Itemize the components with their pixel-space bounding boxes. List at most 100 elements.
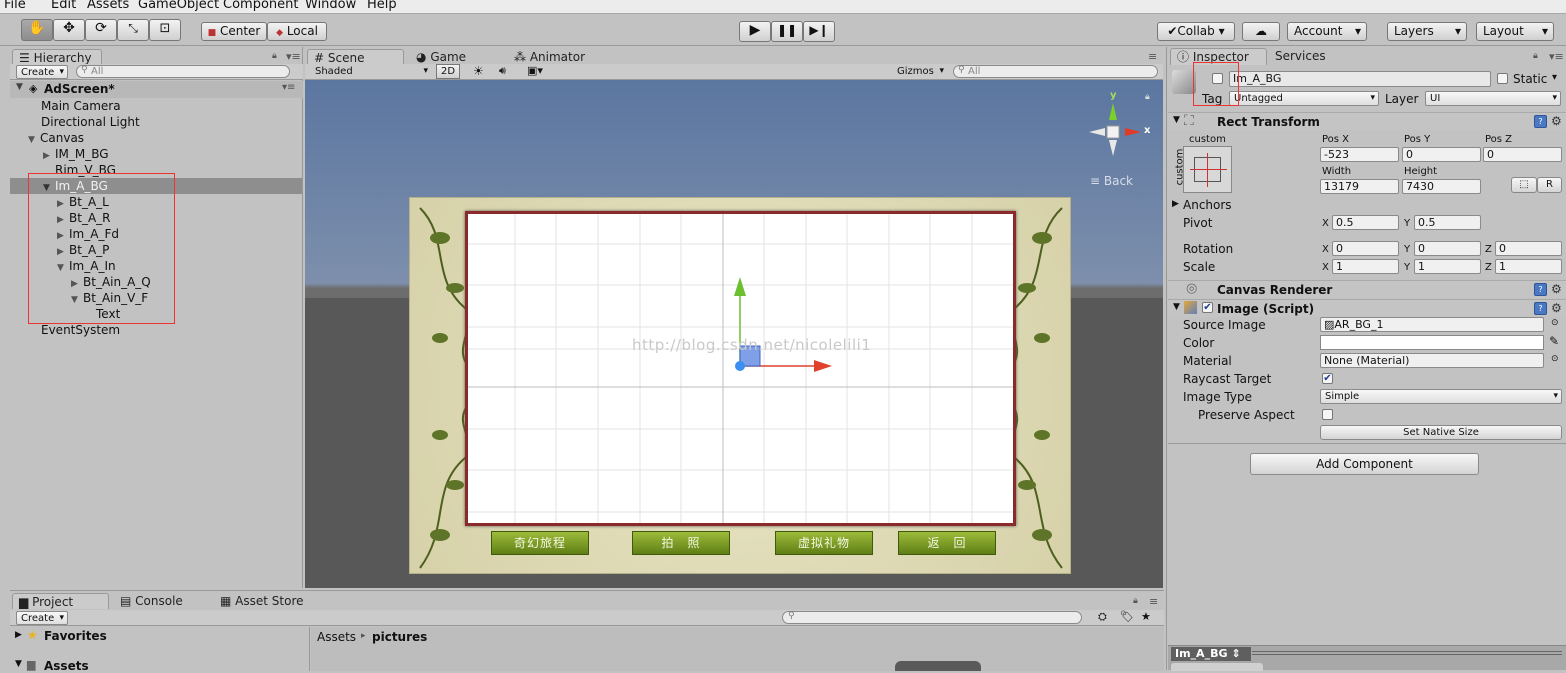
image-enabled-checkbox[interactable]: ✔ — [1202, 302, 1213, 313]
object-name-field[interactable]: Im_A_BG — [1229, 71, 1491, 87]
list-item[interactable]: Rim_V_BG — [55, 162, 345, 178]
lock-icon[interactable]: 🔒︎ — [1145, 92, 1150, 102]
audio-icon[interactable]: 🔊︎ — [499, 64, 506, 78]
list-item[interactable]: ▶ Im_A_Fd — [57, 226, 347, 242]
lighting-icon[interactable]: ☀ — [473, 64, 484, 78]
active-checkbox[interactable] — [1212, 73, 1223, 84]
height-field[interactable]: 7430 — [1402, 179, 1481, 194]
list-item-selected[interactable]: ▼ Im_A_BG — [43, 178, 333, 194]
rotation-x-field[interactable]: 0 — [1332, 241, 1399, 256]
game-button-photo[interactable]: 拍 照 — [632, 531, 730, 555]
gear-icon[interactable]: ⚙ — [1551, 114, 1562, 128]
layer-dropdown[interactable]: UI — [1425, 91, 1561, 106]
scene-search-input[interactable]: All — [953, 65, 1158, 78]
menu-component[interactable]: Component — [223, 0, 298, 12]
collapse-triangle-icon[interactable]: ▶ — [1172, 199, 1179, 209]
rotation-y-field[interactable]: 0 — [1414, 241, 1481, 256]
pivot-center-button[interactable]: ■ Center — [201, 22, 267, 41]
tab-scene[interactable]: # Scene — [307, 49, 404, 65]
scale-z-field[interactable]: 1 — [1495, 259, 1562, 274]
panel-menu-icon[interactable]: ▾≡ — [1549, 50, 1564, 63]
preview-title[interactable]: Im_A_BG ⇕ — [1171, 647, 1251, 661]
tab-project[interactable]: ▆ Project — [12, 593, 109, 609]
set-native-size-button[interactable]: Set Native Size — [1320, 425, 1562, 440]
tab-asset-store[interactable]: ▦ Asset Store — [214, 593, 314, 609]
menu-assets[interactable]: Assets — [87, 0, 129, 12]
list-item[interactable]: Main Camera — [41, 98, 331, 114]
menu-edit[interactable]: Edit — [51, 0, 76, 12]
source-image-field[interactable]: ▨AR_BG_1 — [1320, 317, 1544, 332]
raw-edit-button[interactable]: R — [1537, 177, 1562, 193]
pos-y-field[interactable]: 0 — [1402, 147, 1481, 162]
panel-menu-icon[interactable]: ▾≡ — [286, 50, 301, 63]
breadcrumb-leaf[interactable]: pictures — [372, 630, 427, 644]
collapse-triangle-icon[interactable]: ▶ — [15, 630, 22, 640]
blueprint-mode-button[interactable]: ⬚ — [1511, 177, 1537, 193]
list-item[interactable]: ▶ IM_M_BG — [43, 146, 333, 162]
move-tool-button[interactable]: ✥ — [53, 19, 85, 41]
pivot-x-field[interactable]: 0.5 — [1332, 215, 1399, 230]
lock-icon[interactable]: 🔒︎ — [272, 51, 277, 61]
tab-hierarchy[interactable]: ☰ Hierarchy — [12, 49, 102, 65]
pause-button[interactable]: ❚❚ — [771, 21, 803, 42]
expand-triangle-icon[interactable]: ▼ — [71, 292, 83, 308]
expand-triangle-icon[interactable]: ▼ — [43, 180, 55, 196]
eyedropper-icon[interactable]: ✎ — [1549, 334, 1559, 348]
back-view-label[interactable]: ≡ Back — [1090, 174, 1133, 188]
collapse-triangle-icon[interactable]: ▶ — [43, 148, 55, 164]
menu-gameobject[interactable]: GameObject — [138, 0, 219, 12]
panel-menu-icon[interactable]: ≡ — [1148, 50, 1157, 63]
step-button[interactable]: ▶❙ — [803, 21, 835, 42]
scale-x-field[interactable]: 1 — [1332, 259, 1399, 274]
help-icon[interactable]: ? — [1534, 115, 1547, 128]
anchors-label[interactable]: Anchors — [1183, 198, 1232, 212]
lock-icon[interactable]: 🔒︎ — [1133, 596, 1138, 606]
game-button-back[interactable]: 返 回 — [898, 531, 996, 555]
scale-y-field[interactable]: 1 — [1414, 259, 1481, 274]
layers-dropdown[interactable]: Layers ▾ — [1387, 22, 1467, 41]
breadcrumb-root[interactable]: Assets — [317, 630, 356, 644]
game-button-journey[interactable]: 奇幻旅程 — [491, 531, 589, 555]
gear-icon[interactable]: ⚙ — [1551, 301, 1562, 315]
list-item[interactable]: ▼ Canvas — [28, 130, 318, 146]
pos-z-field[interactable]: 0 — [1483, 147, 1562, 162]
lock-icon[interactable]: 🔒︎ — [1533, 51, 1538, 61]
scene-orientation-gizmo[interactable]: y x — [1083, 90, 1153, 162]
tab-game[interactable]: ◕ Game — [410, 49, 500, 65]
canvas-renderer-header[interactable]: ◎ Canvas Renderer ? ⚙ — [1168, 280, 1566, 298]
rect-tool-button[interactable]: ⊡ — [149, 19, 181, 41]
list-item[interactable]: EventSystem — [41, 322, 331, 338]
preserve-aspect-checkbox[interactable] — [1322, 409, 1333, 420]
list-item[interactable]: ▶ Bt_A_P — [57, 242, 347, 258]
help-icon[interactable]: ? — [1534, 302, 1547, 315]
gear-icon[interactable]: ⚙ — [1551, 282, 1562, 296]
list-item[interactable]: Directional Light — [41, 114, 331, 130]
space-local-button[interactable]: ◆ Local — [267, 22, 327, 41]
list-item[interactable]: ▶ Bt_A_R — [57, 210, 347, 226]
expand-triangle-icon[interactable]: ▼ — [28, 132, 40, 148]
rect-transform-header[interactable]: ▼ ⛶ Rect Transform ? ⚙ — [1168, 112, 1566, 130]
pivot-y-field[interactable]: 0.5 — [1414, 215, 1481, 230]
menu-help[interactable]: Help — [367, 0, 397, 12]
expand-triangle-icon[interactable]: ▼ — [16, 82, 23, 92]
tab-console[interactable]: ▤ Console — [114, 593, 204, 609]
collab-dropdown[interactable]: ✔Collab ▾ — [1157, 22, 1235, 41]
menu-file[interactable]: File — [4, 0, 26, 12]
2d-toggle-button[interactable]: 2D — [436, 64, 460, 79]
effects-icon[interactable]: ▣▾ — [527, 64, 543, 77]
expand-triangle-icon[interactable]: ▼ — [1173, 115, 1180, 125]
expand-triangle-icon[interactable]: ▼ — [15, 659, 22, 669]
rotation-z-field[interactable]: 0 — [1495, 241, 1562, 256]
scale-tool-button[interactable]: ⤡ — [117, 19, 149, 41]
image-board[interactable] — [465, 211, 1016, 526]
object-picker-icon[interactable]: ⊙ — [1551, 318, 1559, 328]
layout-dropdown[interactable]: Layout ▾ — [1476, 22, 1554, 41]
anchor-presets-button[interactable] — [1183, 146, 1232, 193]
tab-services[interactable]: Services — [1269, 48, 1349, 64]
shading-mode-dropdown[interactable]: Shaded — [311, 65, 431, 79]
color-field[interactable] — [1320, 335, 1544, 350]
rotate-tool-button[interactable]: ⟳ — [85, 19, 117, 41]
help-icon[interactable]: ? — [1534, 283, 1547, 296]
pos-x-field[interactable]: -523 — [1320, 147, 1399, 162]
scene-header-row[interactable]: ▼ ◈ AdScreen* ▾≡ — [10, 81, 303, 98]
